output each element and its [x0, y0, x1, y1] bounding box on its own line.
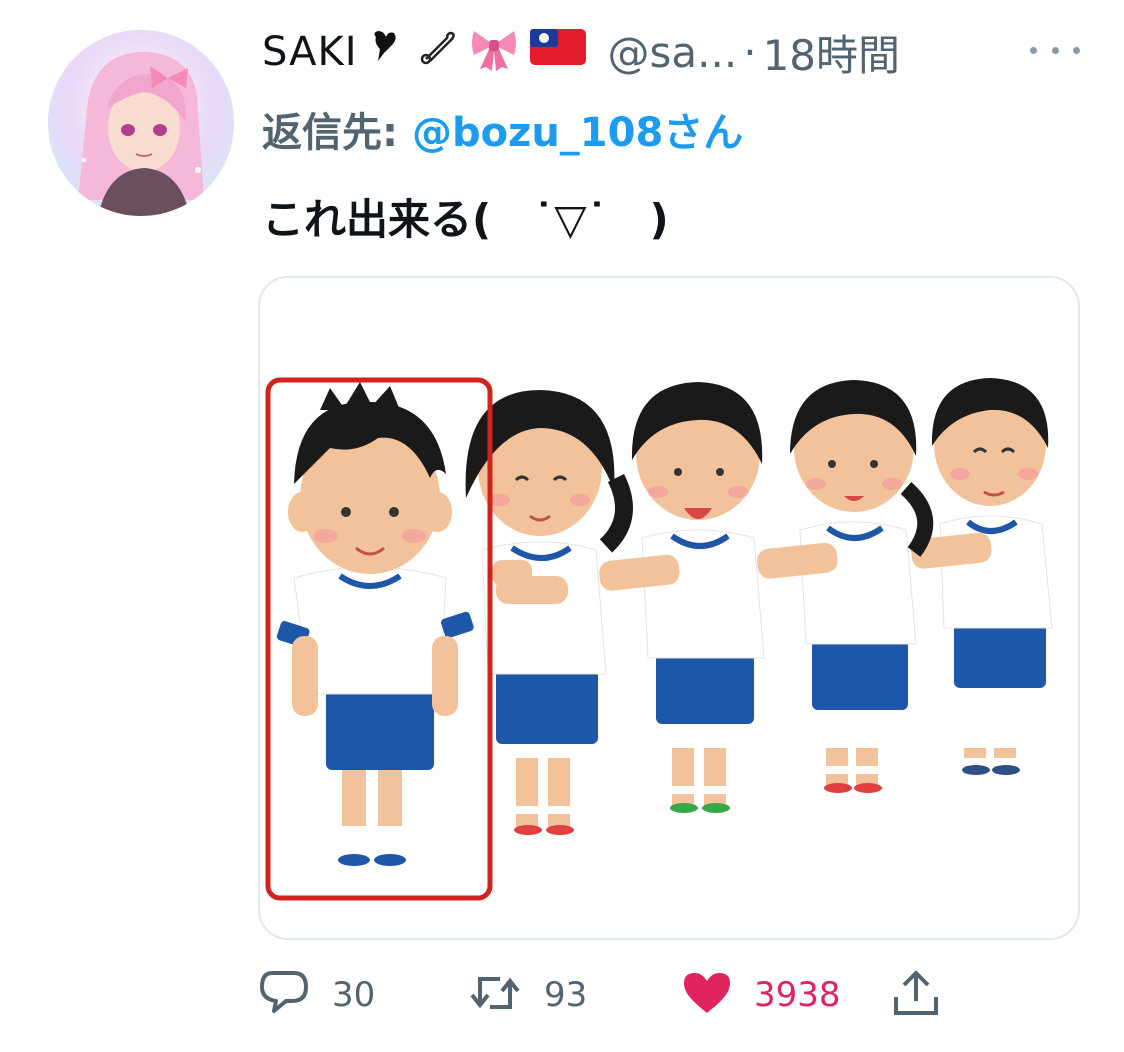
safety-pin-icon [418, 27, 458, 78]
reply-count: 30 [332, 975, 376, 1015]
tweet-text: これ出来る( ˙▽˙ ) [262, 195, 669, 244]
reply-mention-link[interactable]: @bozu_108さん [412, 110, 743, 156]
ribbon-icon [468, 21, 520, 84]
like-count: 3938 [754, 975, 841, 1015]
more-icon[interactable] [1030, 30, 1080, 70]
retweet-count: 93 [544, 975, 588, 1015]
tweet-header: SAKI @sa... · 18時間 [262, 22, 900, 82]
child-figure-5 [931, 378, 1053, 775]
like-button[interactable]: 3938 [682, 960, 841, 1030]
retweet-icon [468, 967, 522, 1023]
share-icon [890, 967, 942, 1023]
user-handle[interactable]: @sa... [608, 28, 738, 77]
reply-context: 返信先: @bozu_108さん [262, 100, 743, 158]
reply-icon [258, 967, 310, 1023]
reply-label: 返信先: [262, 110, 398, 156]
kids-illustration [265, 377, 1053, 901]
tweet: SAKI @sa... · 18時間 返信先: @bozu_108さん これ出来… [0, 0, 1124, 1052]
action-bar: 30 93 3938 [0, 960, 1124, 1030]
share-button[interactable] [890, 960, 942, 1030]
avatar[interactable] [48, 30, 234, 216]
separator-dot: · [743, 27, 757, 77]
tweet-image[interactable] [258, 276, 1080, 940]
taiwan-flag-icon [529, 27, 586, 78]
timestamp[interactable]: 18時間 [763, 22, 900, 83]
retweet-button[interactable]: 93 [468, 960, 587, 1030]
display-name[interactable]: SAKI [262, 29, 358, 75]
heart-icon [682, 969, 732, 1021]
black-heart-icon [368, 27, 408, 78]
reply-button[interactable]: 30 [258, 960, 375, 1030]
